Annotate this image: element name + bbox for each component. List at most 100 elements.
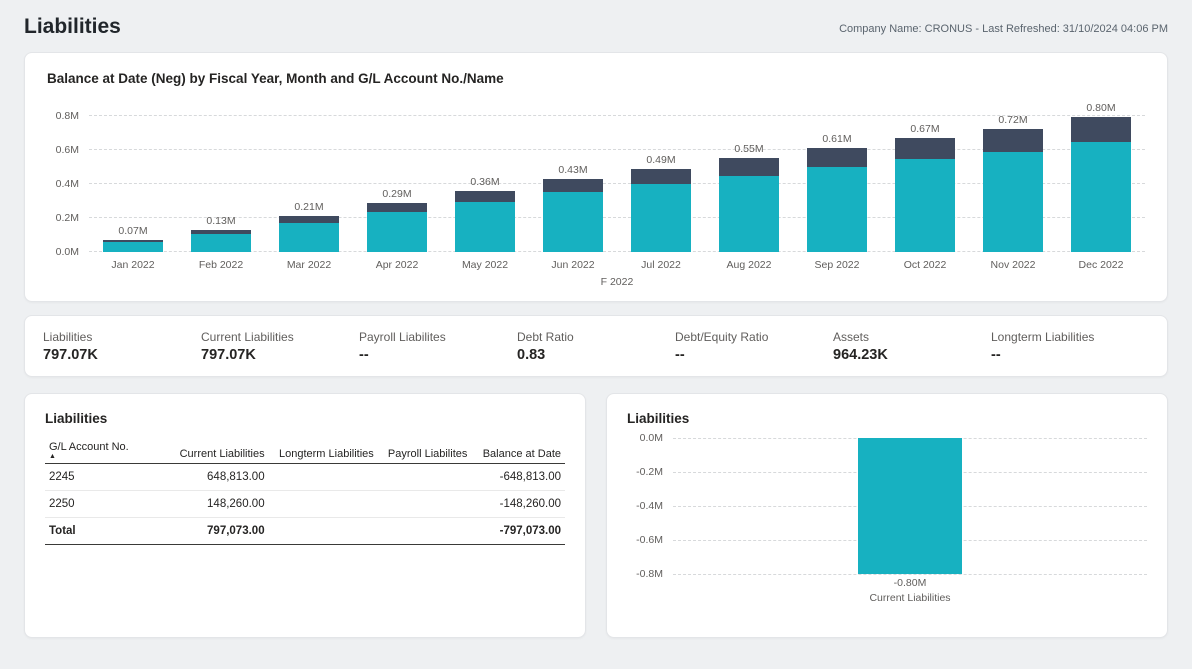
column-header-label: Payroll Liabilites [388,448,467,460]
column-header[interactable]: Longterm Liabilities [269,437,378,464]
current-liabilities-chart-card: Liabilities 0.0M-0.2M-0.4M-0.6M-0.8M -0.… [606,393,1168,638]
bar-data-label: 0.61M [822,133,851,145]
bar-data-label: 0.72M [998,114,1027,126]
sort-ascending-icon: ▲ [49,453,140,460]
bar-column: 0.61M [793,102,881,252]
balance-chart-plot: 0.07M0.13M0.21M0.29M0.36M0.43M0.49M0.55M… [89,102,1145,252]
kpi-value: -- [359,347,509,363]
current-liabilities-chart-title: Liabilities [627,411,1147,426]
column-header[interactable]: Current Liabilities [144,437,269,464]
table-cell[interactable]: -148,260.00 [471,491,565,518]
table-cell[interactable] [378,464,472,491]
kpi-item[interactable]: Liabilities797.07K [43,330,201,363]
column-header[interactable]: G/L Account No.▲ [45,437,144,464]
table-cell[interactable] [378,491,472,518]
page-header: Liabilities Company Name: CRONUS - Last … [24,0,1168,52]
kpi-value: -- [991,347,1141,363]
kpi-value: -- [675,347,825,363]
bar-segment-2250[interactable] [719,158,779,175]
bar-segment-2245[interactable] [1071,142,1131,252]
table-cell[interactable]: 2245 [45,464,144,491]
bar-segment-2245[interactable] [455,202,515,252]
bar-data-label: 0.67M [910,123,939,135]
table-header-row: G/L Account No.▲ Current Liabilities Longt… [45,437,565,464]
current-liabilities-bar[interactable] [858,438,962,574]
bar-column: 0.43M [529,102,617,252]
bar-segment-2245[interactable] [895,159,955,252]
bar-segment-2250[interactable] [367,203,427,212]
kpi-label: Debt/Equity Ratio [675,330,825,344]
bar-column: 0.29M [353,102,441,252]
column-header[interactable]: Payroll Liabilites [378,437,472,464]
bar-segment-2245[interactable] [983,152,1043,252]
bar-segment-2250[interactable] [279,216,339,223]
bar-data-label: 0.55M [734,143,763,155]
current-liabilities-chart-y-axis: 0.0M-0.2M-0.4M-0.6M-0.8M [627,438,673,588]
bar-column: 0.07M [89,102,177,252]
liabilities-table-title: Liabilities [45,411,565,426]
kpi-item[interactable]: Debt Ratio0.83 [517,330,675,363]
bar-segment-2245[interactable] [191,234,251,252]
balance-chart-title: Balance at Date (Neg) by Fiscal Year, Mo… [47,71,1145,86]
x-axis-category-label: Sep 2022 [793,259,881,271]
x-axis-category-label: Aug 2022 [705,259,793,271]
x-axis-category-label: Jan 2022 [89,259,177,271]
table-cell[interactable] [269,464,378,491]
y-axis-tick-label: -0.8M [636,568,663,580]
x-axis-category-label: Jun 2022 [529,259,617,271]
bar-segment-2245[interactable] [103,242,163,252]
table-row[interactable]: 2245648,813.00 -648,813.00 [45,464,565,491]
current-liabilities-chart-category-label: Current Liabilities [673,592,1147,604]
bottom-row: Liabilities G/L Account No.▲ Current Liab… [24,393,1168,638]
bar-segment-2245[interactable] [543,192,603,252]
bar-segment-2250[interactable] [631,169,691,185]
total-cell: 797,073.00 [144,518,269,545]
x-axis-category-label: Apr 2022 [353,259,441,271]
current-liabilities-chart: 0.0M-0.2M-0.4M-0.6M-0.8M -0.80M Current … [627,438,1147,604]
total-cell [269,518,378,545]
kpi-item[interactable]: Payroll Liabilites -- [359,330,517,363]
liabilities-table-card: Liabilities G/L Account No.▲ Current Liab… [24,393,586,638]
table-cell[interactable]: 2250 [45,491,144,518]
table-cell[interactable]: 148,260.00 [144,491,269,518]
bar-segment-2245[interactable] [367,212,427,252]
kpi-label: Payroll Liabilites [359,330,509,344]
kpi-item[interactable]: Longterm Liabilities-- [991,330,1149,363]
kpi-item[interactable]: Assets964.23K [833,330,991,363]
column-header-label: Longterm Liabilities [279,448,374,460]
kpi-item[interactable]: Current Liabilities797.07K [201,330,359,363]
kpi-item[interactable]: Debt/Equity Ratio -- [675,330,833,363]
bar-segment-2245[interactable] [807,167,867,252]
bar-segment-2250[interactable] [455,191,515,202]
bar-data-label: 0.49M [646,154,675,166]
page-title: Liabilities [24,15,121,39]
balance-chart-plot-column: 0.07M0.13M0.21M0.29M0.36M0.43M0.49M0.55M… [89,102,1145,288]
bar-segment-2250[interactable] [807,148,867,167]
table-cell[interactable]: 648,813.00 [144,464,269,491]
bar-segment-2245[interactable] [279,223,339,252]
y-axis-tick-label: -0.4M [636,500,663,512]
table-cell[interactable]: -648,813.00 [471,464,565,491]
table-total-row: Total797,073.00-797,073.00 [45,518,565,545]
bar-segment-2250[interactable] [983,129,1043,152]
y-axis-tick-label: 0.2M [56,212,79,224]
column-header[interactable]: Balance at Date [471,437,565,464]
bar-data-label: 0.07M [118,225,147,237]
bar-segment-2250[interactable] [543,179,603,193]
kpi-label: Debt Ratio [517,330,667,344]
bar-segment-2250[interactable] [895,138,955,159]
column-header-label: Current Liabilities [180,448,265,460]
x-axis-category-label: Oct 2022 [881,259,969,271]
bar-segment-2245[interactable] [719,176,779,252]
table-cell[interactable] [269,491,378,518]
bar-segment-2245[interactable] [631,184,691,252]
total-cell: -797,073.00 [471,518,565,545]
table-row[interactable]: 2250148,260.00 -148,260.00 [45,491,565,518]
bar-column: 0.67M [881,102,969,252]
gridline [673,574,1147,575]
bar-segment-2250[interactable] [1071,117,1131,142]
kpi-value: 797.07K [201,347,351,363]
balance-chart-card: Balance at Date (Neg) by Fiscal Year, Mo… [24,52,1168,302]
header-info: Company Name: CRONUS - Last Refreshed: 3… [839,23,1168,39]
bar-column: 0.49M [617,102,705,252]
